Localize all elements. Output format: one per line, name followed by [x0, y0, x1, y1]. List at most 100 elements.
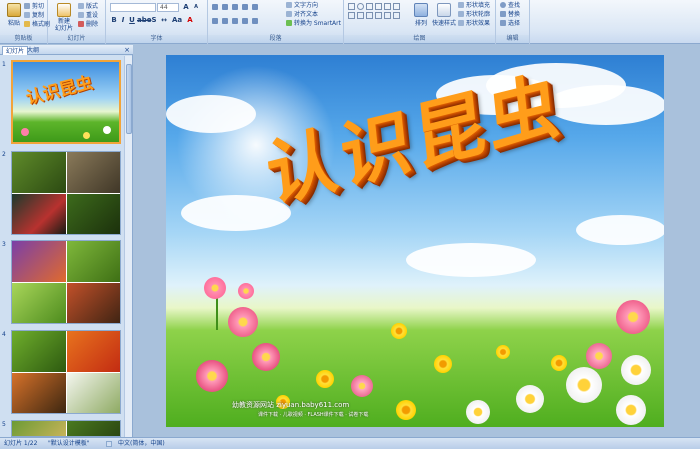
- shape-callout[interactable]: [357, 12, 364, 19]
- shape-heart[interactable]: [384, 12, 391, 19]
- shape-more[interactable]: [393, 12, 400, 19]
- shape-star[interactable]: [348, 12, 355, 19]
- slide-thumbnail-4[interactable]: [11, 330, 121, 414]
- layout-label: 版式: [86, 3, 99, 10]
- delete-label: 删除: [86, 21, 99, 28]
- bold-button[interactable]: B: [110, 16, 118, 24]
- yellow-flower: [551, 355, 567, 371]
- decrease-indent-icon[interactable]: [232, 4, 238, 10]
- numbering-icon[interactable]: [222, 4, 228, 10]
- insect-photo: [67, 331, 120, 372]
- insect-photo: [67, 194, 120, 234]
- close-icon[interactable]: ×: [124, 46, 130, 54]
- scrollbar-thumb[interactable]: [126, 64, 132, 134]
- align-right-icon[interactable]: [232, 18, 238, 24]
- strikethrough-button[interactable]: abe: [137, 16, 151, 24]
- align-center-icon[interactable]: [222, 18, 228, 24]
- slide-thumbnail-2[interactable]: [11, 151, 121, 235]
- reset-button[interactable]: 重设: [78, 12, 98, 20]
- shape-outline-button[interactable]: 形状轮廓: [458, 11, 490, 19]
- slide-thumbnail-3[interactable]: [11, 240, 121, 324]
- font-group-label: 字体: [106, 35, 207, 43]
- select-button[interactable]: 选择: [500, 20, 520, 28]
- yellow-flower: [396, 400, 416, 420]
- slides-group: 新建 幻灯片 版式 重设 删除 幻灯片: [48, 0, 106, 44]
- pen-icon: [458, 11, 464, 17]
- shape-rectangle[interactable]: [348, 3, 355, 10]
- slide-number: 1: [2, 61, 6, 68]
- white-daisy: [566, 367, 602, 403]
- grow-font-button[interactable]: A: [182, 3, 190, 11]
- change-case-button[interactable]: Aa: [172, 16, 182, 24]
- shape-effects-button[interactable]: 形状效果: [458, 20, 490, 28]
- new-slide-label: 新建 幻灯片: [54, 18, 73, 32]
- shape-fill-label: 形状填充: [466, 2, 491, 9]
- smartart-button[interactable]: 转换为 SmartArt: [286, 20, 341, 28]
- slide-canvas[interactable]: 认识昆虫 幼教资源网站 ziyuan.baby611.com 课件下载 · 儿歌…: [166, 55, 664, 427]
- justify-icon[interactable]: [242, 18, 248, 24]
- insect-photo: [12, 194, 66, 234]
- cut-label: 剪切: [32, 3, 45, 10]
- new-slide-button[interactable]: 新建 幻灯片: [52, 3, 76, 32]
- clipboard-group-label: 剪贴板: [0, 35, 47, 43]
- bullets-icon[interactable]: [212, 4, 218, 10]
- italic-button[interactable]: I: [119, 16, 127, 24]
- shape-fill-button[interactable]: 形状填充: [458, 2, 490, 10]
- shape-outline-label: 形状轮廓: [466, 11, 491, 18]
- shape-triangle[interactable]: [393, 3, 400, 10]
- font-name-box[interactable]: [110, 3, 156, 12]
- line-spacing-icon[interactable]: [252, 4, 258, 10]
- shape-curve[interactable]: [375, 12, 382, 19]
- slide-number: 2: [2, 151, 6, 158]
- white-daisy: [616, 395, 646, 425]
- shape-brace[interactable]: [366, 12, 373, 19]
- tab-outline[interactable]: 大纲: [24, 46, 42, 55]
- editing-group-label: 编辑: [496, 35, 529, 43]
- font-size-box[interactable]: 44: [157, 3, 179, 12]
- flower-yellow: [83, 132, 90, 139]
- shadow-button[interactable]: S: [150, 16, 158, 24]
- underline-button[interactable]: U: [128, 16, 136, 24]
- find-button[interactable]: 查找: [500, 2, 520, 10]
- pink-flower: [238, 283, 254, 299]
- char-spacing-button[interactable]: ↔: [160, 16, 168, 24]
- shape-textbox[interactable]: [384, 3, 391, 10]
- status-bar: 幻灯片 1/22 "默认设计模板" 中文(简体，中国): [0, 437, 700, 449]
- slide-workspace: 认识昆虫 幼教资源网站 ziyuan.baby611.com 课件下载 · 儿歌…: [134, 45, 700, 437]
- delete-slide-button[interactable]: 删除: [78, 21, 98, 29]
- layout-button[interactable]: 版式: [78, 3, 98, 11]
- replace-label: 替换: [508, 11, 521, 18]
- replace-button[interactable]: 替换: [500, 11, 520, 19]
- columns-icon[interactable]: [252, 18, 258, 24]
- pane-scrollbar[interactable]: [124, 56, 132, 437]
- pane-tabs: 幻灯片 大纲 ×: [0, 45, 133, 55]
- paste-button[interactable]: 粘贴: [3, 3, 25, 27]
- scissors-icon: [24, 3, 30, 9]
- shape-arrow[interactable]: [375, 3, 382, 10]
- quick-styles-button[interactable]: 快速样式: [432, 3, 456, 27]
- shape-line[interactable]: [366, 3, 373, 10]
- smartart-label: 转换为 SmartArt: [294, 20, 341, 27]
- shape-oval[interactable]: [357, 3, 364, 10]
- text-direction-button[interactable]: 文字方向: [286, 2, 318, 10]
- format-painter-button[interactable]: 格式刷: [24, 21, 50, 29]
- copy-button[interactable]: 复制: [24, 12, 44, 20]
- slide-title[interactable]: 认识昆虫: [261, 55, 567, 222]
- spellcheck-icon[interactable]: [106, 441, 112, 447]
- arrange-button[interactable]: 排列: [410, 3, 432, 27]
- align-left-icon[interactable]: [212, 18, 218, 24]
- yellow-flower: [391, 323, 407, 339]
- font-color-button[interactable]: A: [186, 16, 194, 24]
- increase-indent-icon[interactable]: [242, 4, 248, 10]
- insect-photo: [67, 283, 120, 323]
- shrink-font-button[interactable]: A: [192, 3, 200, 11]
- insect-photo: [12, 283, 66, 323]
- cut-button[interactable]: 剪切: [24, 3, 44, 11]
- align-text-icon: [286, 11, 292, 17]
- flower-pink: [21, 128, 29, 136]
- align-text-button[interactable]: 对齐文本: [286, 11, 318, 19]
- slide-thumbnail-1[interactable]: 认识昆虫: [11, 60, 121, 144]
- slide-thumbnail-5[interactable]: [11, 420, 121, 437]
- arrange-label: 排列: [414, 20, 427, 27]
- reset-label: 重设: [86, 12, 99, 19]
